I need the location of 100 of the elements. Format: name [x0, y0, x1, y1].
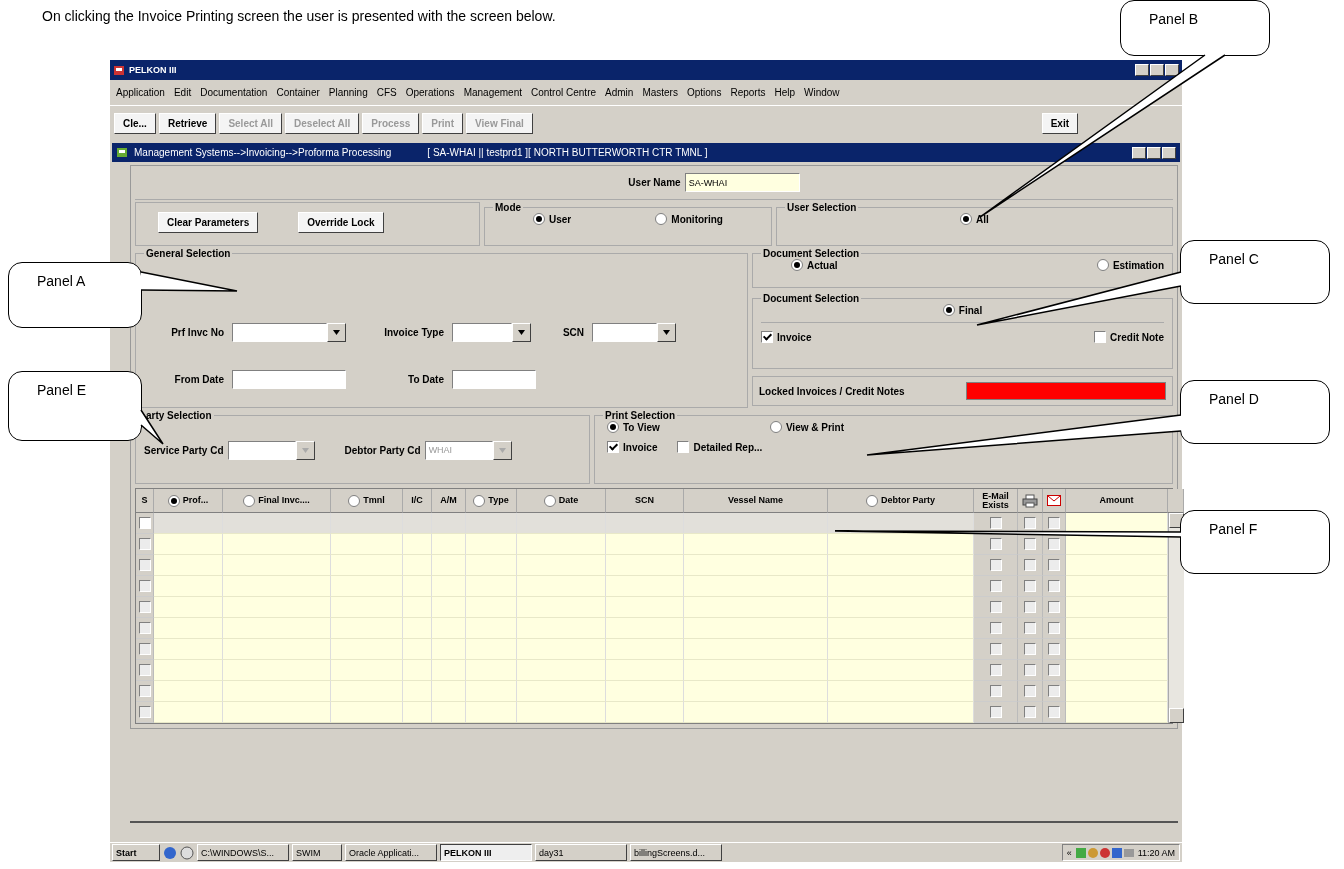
- checkbox-label[interactable]: Credit Note: [1094, 331, 1164, 343]
- minimize-button[interactable]: [1135, 64, 1149, 76]
- exit-button[interactable]: Exit: [1041, 112, 1078, 134]
- checkbox[interactable]: [989, 559, 1002, 571]
- radio-icon[interactable]: [243, 494, 256, 507]
- taskbar-button[interactable]: SWIM: [292, 844, 342, 861]
- checkbox[interactable]: [138, 643, 151, 655]
- checkbox[interactable]: [138, 601, 151, 613]
- radio-icon[interactable]: [167, 494, 180, 507]
- input-field[interactable]: [592, 323, 657, 342]
- menu-item[interactable]: Window: [804, 87, 840, 98]
- taskbar-button[interactable]: billingScreens.d...: [630, 844, 722, 861]
- checkbox[interactable]: [1024, 706, 1036, 718]
- checkbox[interactable]: [1048, 664, 1060, 676]
- action-button[interactable]: Override Lock: [298, 211, 384, 233]
- checkbox[interactable]: [761, 331, 773, 343]
- checkbox[interactable]: [1024, 643, 1036, 655]
- checkbox[interactable]: [1094, 331, 1107, 343]
- radio-button[interactable]: View & Print: [769, 421, 845, 433]
- menu-item[interactable]: Help: [774, 87, 795, 98]
- radio-icon[interactable]: [543, 494, 556, 507]
- radio-button[interactable]: Monitoring: [655, 213, 723, 225]
- checkbox[interactable]: [1048, 517, 1060, 529]
- checkbox[interactable]: [989, 706, 1002, 718]
- input-field[interactable]: [232, 323, 327, 342]
- menu-item[interactable]: Masters: [642, 87, 678, 98]
- checkbox[interactable]: [1024, 664, 1036, 676]
- checkbox[interactable]: [1048, 601, 1060, 613]
- user-name-field[interactable]: SA-WHAI: [684, 173, 800, 192]
- column-header[interactable]: Type: [466, 489, 517, 513]
- checkbox[interactable]: [989, 601, 1002, 613]
- start-button[interactable]: Start: [112, 844, 160, 861]
- radio-icon[interactable]: [348, 494, 361, 507]
- checkbox[interactable]: [1048, 559, 1060, 571]
- maximize-button[interactable]: [1150, 64, 1164, 76]
- radio-button[interactable]: To View: [607, 421, 660, 433]
- checkbox[interactable]: [1024, 580, 1036, 592]
- taskbar-button[interactable]: Oracle Applicati...: [345, 844, 437, 861]
- checkbox[interactable]: [138, 559, 151, 571]
- checkbox[interactable]: [989, 517, 1002, 529]
- checkbox[interactable]: [989, 622, 1002, 634]
- checkbox[interactable]: [138, 517, 151, 529]
- checkbox[interactable]: [1048, 706, 1060, 718]
- checkbox[interactable]: [677, 441, 690, 453]
- list-button[interactable]: [512, 323, 531, 342]
- checkbox[interactable]: [1048, 538, 1060, 550]
- column-header[interactable]: Prof...: [154, 489, 223, 513]
- list-button[interactable]: [327, 323, 346, 342]
- checkbox-label[interactable]: Invoice: [607, 441, 658, 453]
- checkbox[interactable]: [989, 664, 1002, 676]
- menu-item[interactable]: Operations: [405, 87, 455, 98]
- checkbox[interactable]: [1048, 685, 1060, 697]
- toolbar-button[interactable]: Cle...: [114, 112, 156, 134]
- menu-item[interactable]: Edit: [173, 87, 192, 98]
- checkbox[interactable]: [607, 441, 619, 453]
- checkbox[interactable]: [989, 643, 1002, 655]
- list-button[interactable]: [657, 323, 676, 342]
- tray-expand[interactable]: «: [1066, 847, 1072, 858]
- scrollbar[interactable]: [1168, 513, 1184, 723]
- menu-item[interactable]: Management: [463, 87, 522, 98]
- menu-item[interactable]: CFS: [376, 87, 397, 98]
- checkbox[interactable]: [989, 580, 1002, 592]
- radio-button[interactable]: Actual: [791, 259, 838, 271]
- taskbar-button[interactable]: day31: [535, 844, 627, 861]
- checkbox[interactable]: [138, 664, 151, 676]
- checkbox[interactable]: [989, 685, 1002, 697]
- input-field[interactable]: [452, 370, 536, 389]
- radio-button[interactable]: All: [960, 213, 989, 225]
- checkbox-label[interactable]: Invoice: [761, 331, 812, 343]
- checkbox[interactable]: [138, 538, 151, 550]
- input-field[interactable]: [452, 323, 512, 342]
- checkbox[interactable]: [989, 538, 1002, 550]
- checkbox[interactable]: [138, 706, 151, 718]
- menu-item[interactable]: Control Centre: [531, 87, 597, 98]
- radio-button[interactable]: Estimation: [1096, 259, 1164, 271]
- checkbox[interactable]: [1024, 685, 1036, 697]
- radio-icon[interactable]: [473, 494, 486, 507]
- radio-button[interactable]: Final: [942, 304, 983, 316]
- column-header[interactable]: Debtor Party: [828, 489, 974, 513]
- checkbox[interactable]: [1024, 517, 1036, 529]
- checkbox[interactable]: [1024, 559, 1036, 571]
- checkbox-label[interactable]: Detailed Rep...: [677, 441, 763, 453]
- tray-icons[interactable]: [1074, 846, 1135, 859]
- radio-button[interactable]: User: [533, 213, 572, 225]
- menu-item[interactable]: Admin: [605, 87, 634, 98]
- menu-item[interactable]: Application: [116, 87, 165, 98]
- checkbox[interactable]: [1048, 580, 1060, 592]
- checkbox[interactable]: [138, 580, 151, 592]
- column-header[interactable]: Final Invc....: [223, 489, 331, 513]
- toolbar-button[interactable]: Retrieve: [158, 112, 217, 134]
- minimize-button[interactable]: [1132, 146, 1146, 159]
- taskbar-button[interactable]: C:\WINDOWS\S...: [197, 844, 289, 861]
- input-field[interactable]: [232, 370, 346, 389]
- checkbox[interactable]: [1024, 601, 1036, 613]
- checkbox[interactable]: [1024, 538, 1036, 550]
- column-header[interactable]: Date: [517, 489, 606, 513]
- browser-icon[interactable]: [163, 845, 177, 860]
- radio-icon[interactable]: [866, 494, 878, 507]
- checkbox[interactable]: [138, 685, 151, 697]
- action-button[interactable]: Clear Parameters: [158, 211, 259, 233]
